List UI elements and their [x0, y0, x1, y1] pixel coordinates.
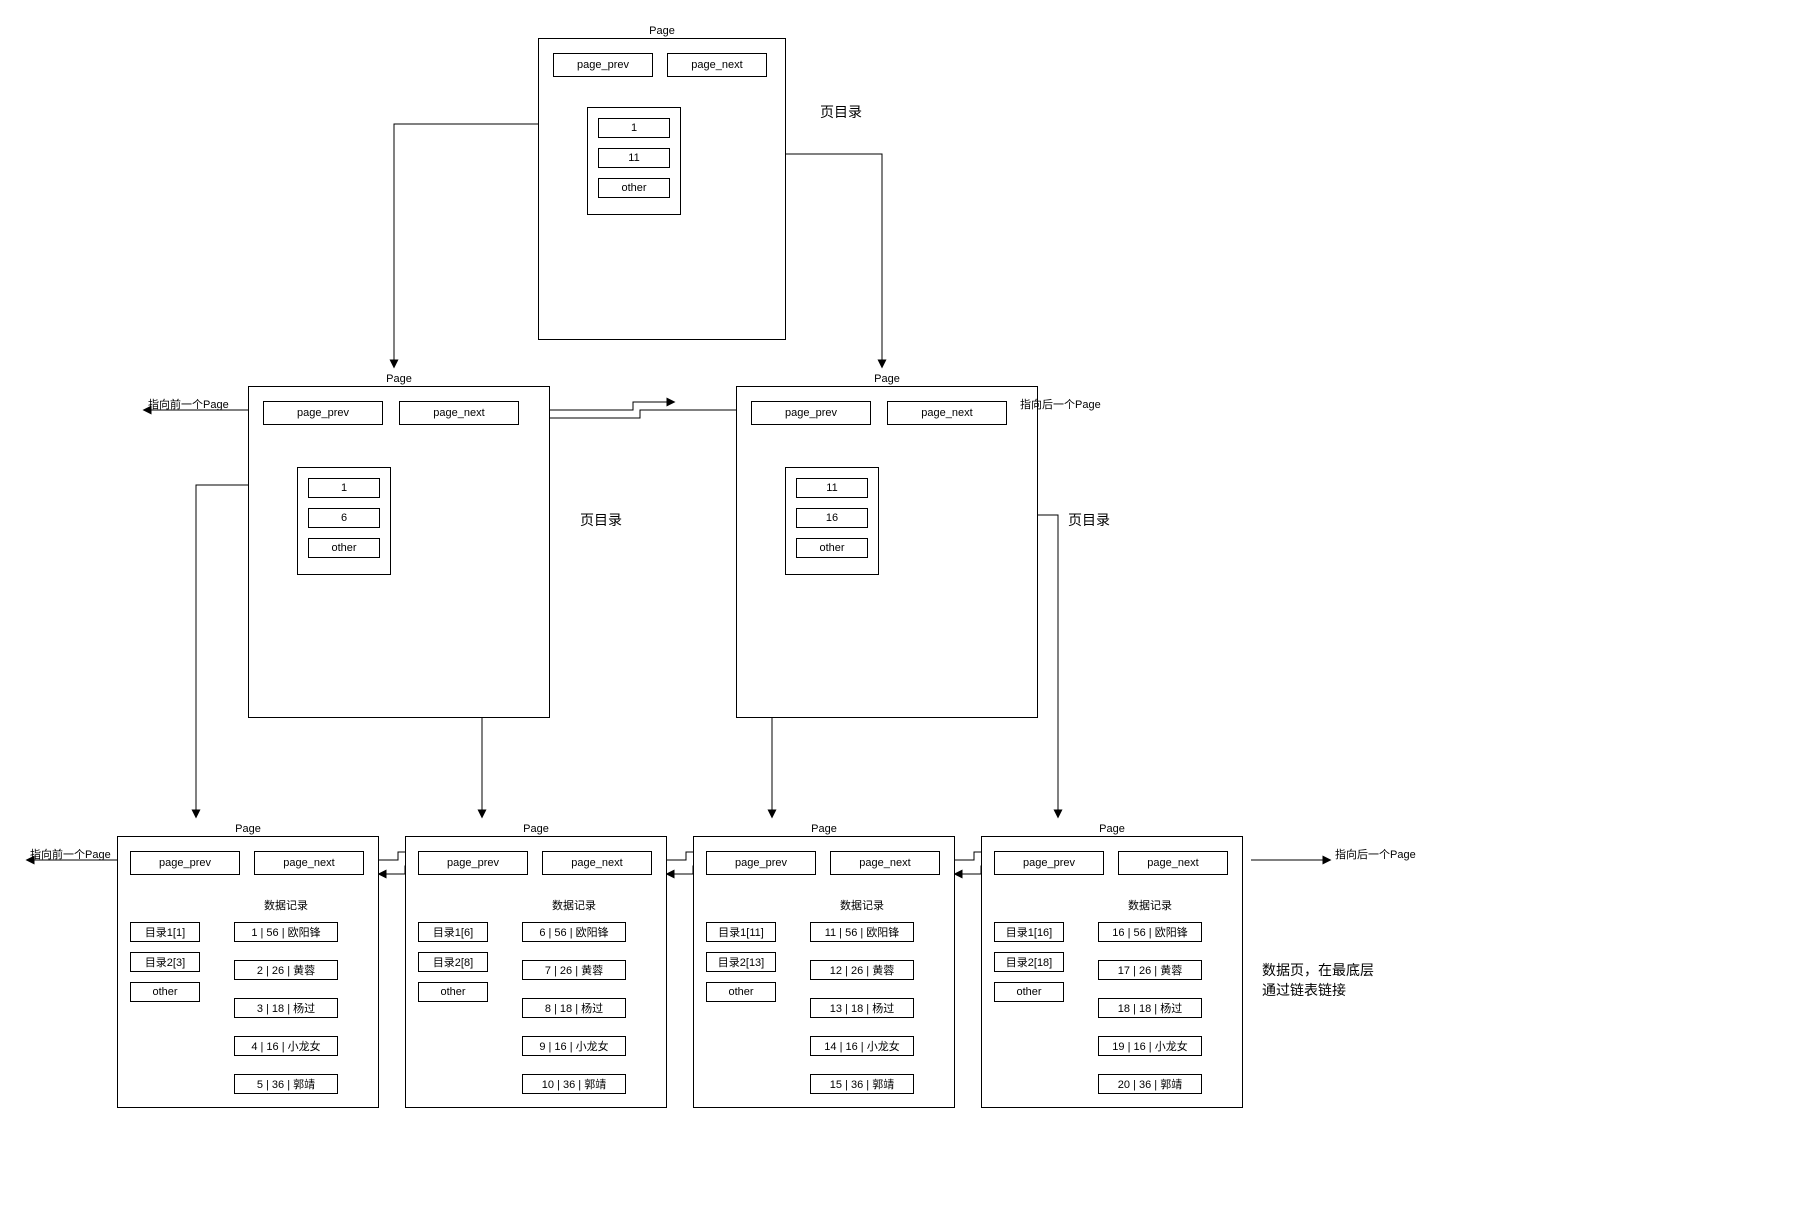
- dir-entry: other: [308, 538, 380, 558]
- data-record-label: 数据记录: [1128, 897, 1172, 913]
- description: 数据页，在最底层 通过链表链接: [1262, 960, 1412, 1000]
- dir-entry: 11: [796, 478, 868, 498]
- dir-entry: other: [994, 982, 1064, 1002]
- page-title: Page: [118, 823, 378, 835]
- dir-entry: 11: [598, 148, 670, 168]
- mid-page: Page page_prev page_next 1 6 other: [248, 386, 550, 718]
- directory-label: 页目录: [820, 102, 862, 122]
- dir-entry: 6: [308, 508, 380, 528]
- prev-label: 指向前一个Page: [148, 396, 229, 412]
- directory-label: 页目录: [580, 510, 622, 530]
- next-label: 指向后一个Page: [1335, 846, 1416, 862]
- data-row: 4 | 16 | 小龙女: [234, 1036, 338, 1056]
- dir-entry: 目录1[16]: [994, 922, 1064, 942]
- page-title: Page: [539, 25, 785, 37]
- data-row: 18 | 18 | 杨过: [1098, 998, 1202, 1018]
- page-prev-slot: page_prev: [418, 851, 528, 875]
- page-title: Page: [982, 823, 1242, 835]
- directory-box: 11 16 other: [785, 467, 879, 575]
- data-record-label: 数据记录: [552, 897, 596, 913]
- page-next-slot: page_next: [830, 851, 940, 875]
- root-page: Page page_prev page_next 1 11 other: [538, 38, 786, 340]
- description-line: 数据页，在最底层: [1262, 962, 1374, 978]
- data-row: 10 | 36 | 郭靖: [522, 1074, 626, 1094]
- dir-entry: 目录2[8]: [418, 952, 488, 972]
- page-next-slot: page_next: [887, 401, 1007, 425]
- description-line: 通过链表链接: [1262, 982, 1346, 998]
- directory-box: 1 6 other: [297, 467, 391, 575]
- data-row: 16 | 56 | 欧阳锋: [1098, 922, 1202, 942]
- dir-entry: 目录1[11]: [706, 922, 776, 942]
- data-record-label: 数据记录: [264, 897, 308, 913]
- prev-label: 指向前一个Page: [30, 846, 111, 862]
- data-row: 2 | 26 | 黄蓉: [234, 960, 338, 980]
- data-row: 11 | 56 | 欧阳锋: [810, 922, 914, 942]
- data-row: 12 | 26 | 黄蓉: [810, 960, 914, 980]
- leaf-page: Page page_prev page_next 数据记录 目录1[11] 目录…: [693, 836, 955, 1108]
- page-prev-slot: page_prev: [751, 401, 871, 425]
- page-prev-slot: page_prev: [706, 851, 816, 875]
- dir-entry: 1: [598, 118, 670, 138]
- page-next-slot: page_next: [399, 401, 519, 425]
- page-prev-slot: page_prev: [130, 851, 240, 875]
- dir-entry: other: [598, 178, 670, 198]
- dir-entry: 1: [308, 478, 380, 498]
- data-row: 17 | 26 | 黄蓉: [1098, 960, 1202, 980]
- page-next-slot: page_next: [254, 851, 364, 875]
- page-title: Page: [737, 373, 1037, 385]
- page-prev-slot: page_prev: [553, 53, 653, 77]
- data-row: 20 | 36 | 郭靖: [1098, 1074, 1202, 1094]
- dir-entry: 目录1[1]: [130, 922, 200, 942]
- leaf-page: Page page_prev page_next 数据记录 目录1[16] 目录…: [981, 836, 1243, 1108]
- diagram-canvas: Page page_prev page_next 1 11 other 页目录 …: [0, 0, 1796, 1224]
- dir-entry: other: [796, 538, 868, 558]
- data-row: 9 | 16 | 小龙女: [522, 1036, 626, 1056]
- page-title: Page: [406, 823, 666, 835]
- page-next-slot: page_next: [542, 851, 652, 875]
- page-next-slot: page_next: [1118, 851, 1228, 875]
- data-row: 1 | 56 | 欧阳锋: [234, 922, 338, 942]
- mid-page: Page page_prev page_next 11 16 other: [736, 386, 1038, 718]
- page-next-slot: page_next: [667, 53, 767, 77]
- data-row: 19 | 16 | 小龙女: [1098, 1036, 1202, 1056]
- dir-entry: other: [130, 982, 200, 1002]
- data-row: 13 | 18 | 杨过: [810, 998, 914, 1018]
- data-record-label: 数据记录: [840, 897, 884, 913]
- dir-entry: 目录2[18]: [994, 952, 1064, 972]
- leaf-page: Page page_prev page_next 数据记录 目录1[1] 目录2…: [117, 836, 379, 1108]
- data-row: 15 | 36 | 郭靖: [810, 1074, 914, 1094]
- data-row: 6 | 56 | 欧阳锋: [522, 922, 626, 942]
- dir-entry: 16: [796, 508, 868, 528]
- next-label: 指向后一个Page: [1020, 396, 1101, 412]
- dir-entry: 目录2[3]: [130, 952, 200, 972]
- page-title: Page: [694, 823, 954, 835]
- data-row: 3 | 18 | 杨过: [234, 998, 338, 1018]
- directory-box: 1 11 other: [587, 107, 681, 215]
- page-prev-slot: page_prev: [994, 851, 1104, 875]
- dir-entry: 目录2[13]: [706, 952, 776, 972]
- dir-entry: other: [418, 982, 488, 1002]
- directory-label: 页目录: [1068, 510, 1110, 530]
- data-row: 7 | 26 | 黄蓉: [522, 960, 626, 980]
- data-row: 5 | 36 | 郭靖: [234, 1074, 338, 1094]
- data-row: 8 | 18 | 杨过: [522, 998, 626, 1018]
- page-title: Page: [249, 373, 549, 385]
- leaf-page: Page page_prev page_next 数据记录 目录1[6] 目录2…: [405, 836, 667, 1108]
- dir-entry: other: [706, 982, 776, 1002]
- data-row: 14 | 16 | 小龙女: [810, 1036, 914, 1056]
- page-prev-slot: page_prev: [263, 401, 383, 425]
- dir-entry: 目录1[6]: [418, 922, 488, 942]
